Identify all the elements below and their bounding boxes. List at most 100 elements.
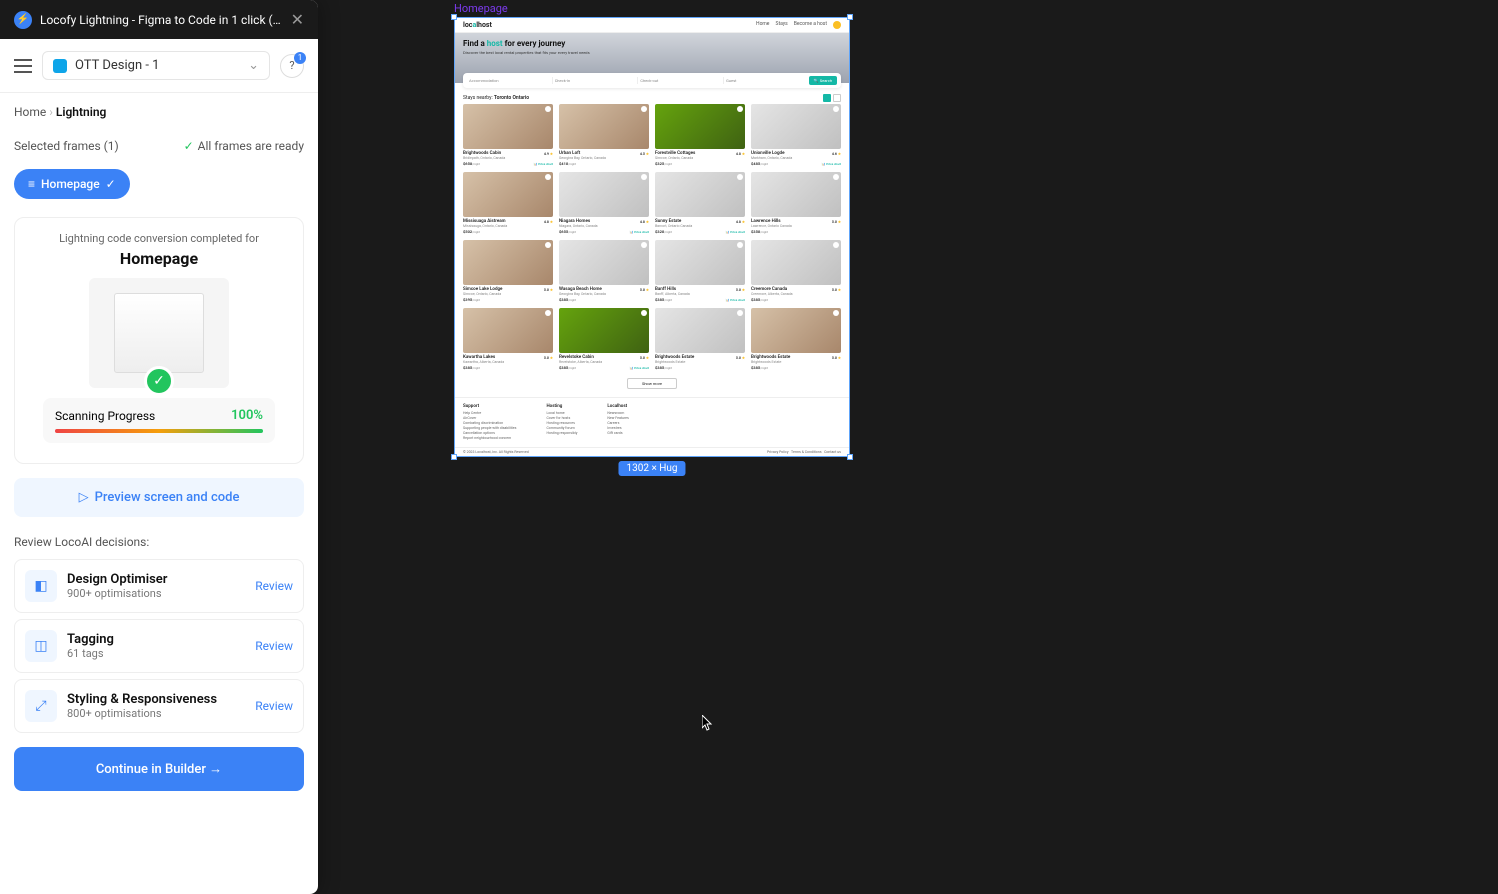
listing-image — [751, 104, 841, 149]
frames-count: Selected frames (1) — [14, 139, 119, 153]
help-button[interactable]: ? — [280, 54, 304, 78]
listing-price: $655/night📊 Price chart — [559, 229, 649, 234]
listing-location: Markham, Ontario, Canada — [751, 156, 841, 160]
rating: 5.0 ★ — [544, 287, 553, 292]
listing-location: Simcoe, Ontario, Canada — [655, 156, 745, 160]
listing-price: $485/night📊 Price chart — [751, 161, 841, 166]
toolbar: OTT Design - 1 ⌄ ? — [0, 39, 318, 93]
listing-image — [559, 104, 649, 149]
listing-card: Unionville Logde4.6 ★ Markham, Ontario, … — [751, 104, 841, 166]
listing-card: Forestville Cottages4.8 ★ Simcoe, Ontari… — [655, 104, 745, 166]
listing-price: $325/night — [655, 161, 745, 166]
review-title: Tagging — [67, 632, 245, 647]
listings-grid: Brightwoods Cabin4.9 ★ Bridlepath, Ontar… — [455, 104, 849, 370]
menu-icon[interactable] — [14, 59, 32, 73]
listing-price: $385/night — [559, 297, 649, 302]
listing-location: Revelstoke, Alberta, Canada — [559, 360, 649, 364]
footer-heading: Support — [463, 404, 516, 409]
heart-icon — [641, 106, 647, 112]
listing-image — [655, 172, 745, 217]
listing-image — [655, 104, 745, 149]
footer-link: Investres — [607, 426, 628, 430]
heart-icon — [545, 174, 551, 180]
listing-card: Urban Loft4.5 ★ Georgina Bay, Ontario, C… — [559, 104, 649, 166]
project-icon — [53, 59, 67, 73]
listing-card: Simcoe Lake Lodge5.0 ★ Simcoe, Ontario, … — [463, 240, 553, 302]
listing-price: $385/night📊 Price chart — [655, 297, 745, 302]
heart-icon — [641, 310, 647, 316]
review-item-design-optimiser[interactable]: ◧ Design Optimiser 900+ optimisations Re… — [14, 559, 304, 613]
search-checkin: Check-in — [553, 77, 639, 84]
listing-card: Missisuaga Aistream4.8 ★ Missisauga, Ont… — [463, 172, 553, 234]
listing-image — [751, 172, 841, 217]
progress-percent: 100% — [231, 408, 263, 423]
rating: 5.0 ★ — [544, 355, 553, 360]
figma-canvas[interactable]: Homepage localhost Home Stays Become a h… — [454, 2, 850, 457]
search-guest: Guest — [724, 77, 809, 84]
breadcrumb: Home › Lightning — [0, 93, 318, 131]
heart-icon — [737, 174, 743, 180]
listing-price: $385/night📊 Price chart — [559, 365, 649, 370]
heart-icon — [545, 310, 551, 316]
continue-button[interactable]: Continue in Builder → — [14, 747, 304, 791]
heart-icon — [833, 174, 839, 180]
selection-handle[interactable] — [847, 454, 853, 460]
breadcrumb-home[interactable]: Home — [14, 105, 46, 119]
review-link[interactable]: Review — [255, 699, 293, 713]
review-sub: 900+ optimisations — [67, 587, 245, 600]
listing-price: $385/night — [751, 365, 841, 370]
listing-image — [463, 308, 553, 353]
footer-link: Report neighbourhood concern — [463, 436, 516, 440]
review-header: Review LocoAI decisions: — [0, 531, 318, 553]
search-button: 🔍 Search — [809, 76, 837, 85]
review-item-styling[interactable]: ⤢ Styling & Responsiveness 800+ optimisa… — [14, 679, 304, 733]
listing-price: $658/night📊 Price chart — [463, 161, 553, 166]
listing-image — [463, 240, 553, 285]
listing-price: $385/night — [751, 297, 841, 302]
thumbnail: ✓ — [89, 278, 229, 388]
heart-icon — [833, 310, 839, 316]
list-icon: ≡ — [28, 177, 35, 191]
panel-header: ⚡ Locofy Lightning - Figma to Code in 1 … — [0, 0, 318, 39]
frame-pill-homepage[interactable]: ≡ Homepage ✓ — [14, 169, 130, 199]
frame-label[interactable]: Homepage — [454, 2, 850, 15]
panel-title: Locofy Lightning - Figma to Code in 1 cl… — [40, 13, 283, 27]
selection-handle[interactable] — [451, 14, 457, 20]
listing-card: Kawartha Lakes5.0 ★ Kawartha, Alberta, C… — [463, 308, 553, 370]
rating: 5.0 ★ — [832, 355, 841, 360]
price-chart-link: 📊 Price chart — [630, 230, 649, 234]
review-sub: 800+ optimisations — [67, 707, 245, 720]
footer-link: Hosting resources — [546, 421, 577, 425]
listing-location: Banff, Alberta, Canada — [655, 292, 745, 296]
listing-location: Simcoe, Ontario, Canada — [463, 292, 553, 296]
footer-column: HostingLocal homeCover for hostsHosting … — [546, 404, 577, 441]
preview-button[interactable]: ▷ Preview screen and code — [14, 478, 304, 517]
grid-view-icon — [823, 94, 831, 102]
stays-header: Stays nearby: Toronto Ontario — [455, 88, 849, 104]
footer-columns: SupportHelp CentreAirCoverCombating disc… — [455, 397, 849, 447]
breadcrumb-current: Lightning — [56, 105, 107, 119]
footer-link: New Features — [607, 416, 628, 420]
selection-handle[interactable] — [847, 14, 853, 20]
review-item-tagging[interactable]: ◫ Tagging 61 tags Review — [14, 619, 304, 673]
close-button[interactable]: ✕ — [291, 10, 304, 29]
project-selector[interactable]: OTT Design - 1 ⌄ — [42, 51, 270, 80]
show-more-button: Show more — [627, 378, 677, 389]
footer-link: Cover for hosts — [546, 416, 577, 420]
listing-price: $395/night — [463, 297, 553, 302]
listing-location: Niagara, Ontario, Canada — [559, 224, 649, 228]
frame-homepage[interactable]: localhost Home Stays Become a host Find … — [454, 17, 850, 457]
listing-price: $385/night — [463, 365, 553, 370]
review-link[interactable]: Review — [255, 639, 293, 653]
listing-location: Georgina Bay, Ontario, Canada — [559, 156, 649, 160]
progress-bar — [55, 429, 263, 433]
selection-handle[interactable] — [451, 454, 457, 460]
review-link[interactable]: Review — [255, 579, 293, 593]
project-name: OTT Design - 1 — [75, 58, 159, 73]
footer-heading: Localhost — [607, 404, 628, 409]
site-preview: localhost Home Stays Become a host Find … — [455, 18, 849, 456]
footer-link: Cancellation options — [463, 431, 516, 435]
rating: 5.0 ★ — [640, 355, 649, 360]
listing-card: Sunny Estate4.8 ★ Barcort, Ontario Canad… — [655, 172, 745, 234]
footer-column: LocalhostNewsroomNew FeaturesCareersInve… — [607, 404, 628, 441]
